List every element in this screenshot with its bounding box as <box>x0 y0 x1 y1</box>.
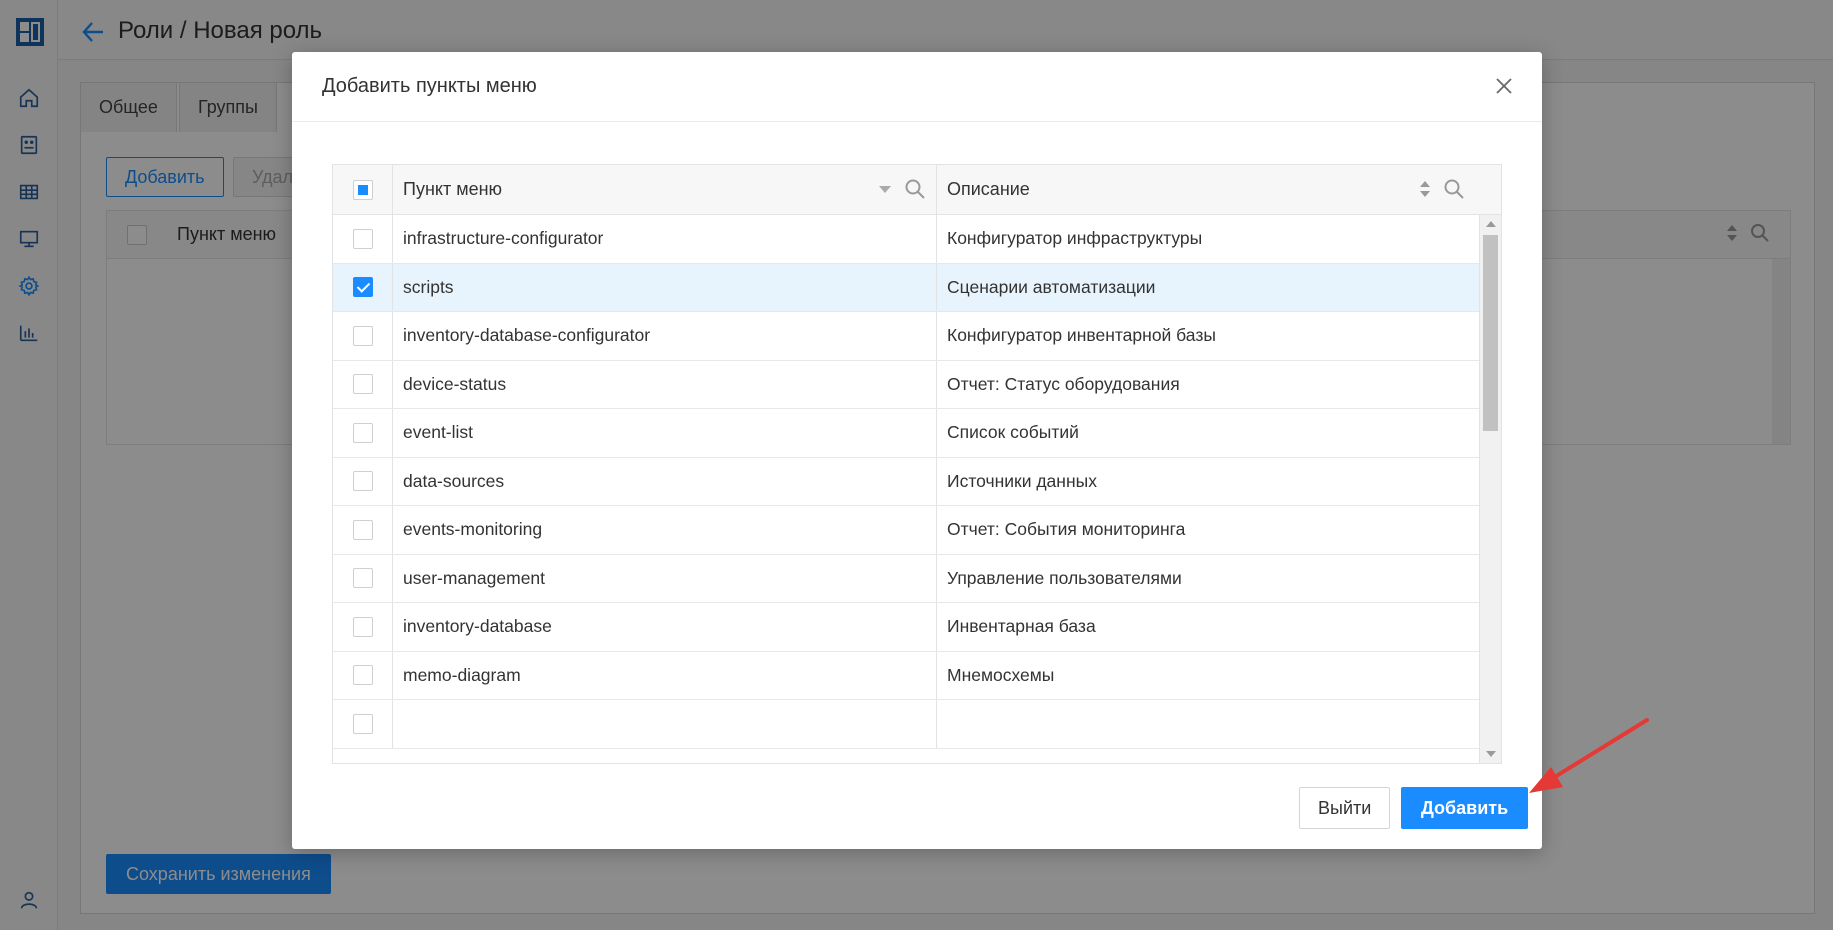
row-description-cell <box>937 700 1479 748</box>
scroll-up-arrow-icon[interactable] <box>1486 221 1496 227</box>
row-description-cell: Отчет: События мониторинга <box>947 519 1186 540</box>
row-menu-cell: data-sources <box>393 457 937 505</box>
row-checkbox[interactable] <box>352 374 373 395</box>
row-checkbox[interactable] <box>352 519 373 540</box>
row-checkbox[interactable] <box>352 713 373 734</box>
row-checkbox-cell <box>333 651 393 699</box>
exit-button[interactable]: Выйти <box>1299 787 1391 829</box>
row-description-cell: Конфигуратор инфраструктуры <box>947 228 1203 249</box>
scroll-thumb[interactable] <box>1483 235 1498 431</box>
row-menu-cell: device-status <box>393 360 937 408</box>
row-checkbox-cell <box>333 554 393 602</box>
row-checkbox[interactable] <box>352 422 373 443</box>
grid-header: Пункт меню Описание <box>333 165 1501 215</box>
description-column-tools <box>1419 178 1465 200</box>
row-checkbox-cell <box>333 457 393 505</box>
header-checkbox-cell <box>333 165 393 214</box>
table-row[interactable]: event-list Список событий <box>333 409 1479 458</box>
column-header-menu: Пункт меню <box>393 165 937 214</box>
row-menu-cell: event-list <box>393 409 937 457</box>
menu-items-grid: Пункт меню Описание infrastructure-confi… <box>332 164 1502 764</box>
row-description-cell: Список событий <box>947 422 1079 443</box>
row-description-cell: Сценарии автоматизации <box>947 276 1156 297</box>
grid-scrollbar[interactable] <box>1479 215 1501 763</box>
row-menu-cell: events-monitoring <box>393 506 937 554</box>
menu-column-tools <box>878 178 926 200</box>
row-menu-cell: infrastructure-configurator <box>393 215 937 263</box>
sort-icon[interactable] <box>1419 179 1431 199</box>
row-checkbox-cell <box>333 506 393 554</box>
table-row[interactable]: inventory-database Инвентарная база <box>333 603 1479 652</box>
row-menu-cell: inventory-database-configurator <box>393 312 937 360</box>
row-checkbox-cell <box>333 312 393 360</box>
row-menu-cell: scripts <box>393 263 937 311</box>
dialog-title: Добавить пункты меню <box>322 75 537 97</box>
row-description-cell: Источники данных <box>947 470 1097 491</box>
scroll-down-arrow-icon[interactable] <box>1486 751 1496 757</box>
add-button[interactable]: Добавить <box>1401 787 1529 829</box>
column-header-description: Описание <box>937 165 1501 214</box>
table-row[interactable]: scripts Сценарии автоматизации <box>333 263 1479 312</box>
table-row[interactable]: data-sources Источники данных <box>333 457 1479 506</box>
row-checkbox[interactable] <box>352 471 373 492</box>
row-checkbox[interactable] <box>352 325 373 346</box>
annotation-arrow-icon <box>1529 718 1649 793</box>
row-checkbox-cell <box>333 263 393 311</box>
table-row[interactable]: inventory-database-configurator Конфигура… <box>333 312 1479 361</box>
row-checkbox[interactable] <box>352 616 373 637</box>
dialog-header: Добавить пункты меню <box>292 52 1542 122</box>
table-row[interactable]: events-monitoring Отчет: События монитори… <box>333 506 1479 555</box>
row-description-cell: Мнемосхемы <box>947 664 1055 685</box>
close-icon[interactable] <box>1492 74 1516 98</box>
row-description-cell: Управление пользователями <box>947 567 1182 588</box>
row-checkbox-cell <box>333 603 393 651</box>
row-menu-cell: memo-diagram <box>393 651 937 699</box>
grid-body: infrastructure-configurator Конфигуратор … <box>333 215 1479 763</box>
column-description-label: Описание <box>947 179 1030 199</box>
row-description-cell: Инвентарная база <box>947 616 1096 637</box>
row-description-cell: Отчет: Статус оборудования <box>947 373 1180 394</box>
row-menu-cell <box>393 700 937 748</box>
row-checkbox[interactable] <box>352 277 373 298</box>
add-menu-items-dialog: Добавить пункты меню Пункт меню Описание <box>292 52 1542 849</box>
row-checkbox-cell <box>333 360 393 408</box>
table-row[interactable]: device-status Отчет: Статус оборудования <box>333 360 1479 409</box>
row-menu-cell: user-management <box>393 554 937 602</box>
select-all-checkbox[interactable] <box>352 179 373 200</box>
row-checkbox-cell <box>333 215 393 263</box>
row-description-cell: Конфигуратор инвентарной базы <box>947 325 1216 346</box>
table-row-partial[interactable] <box>333 700 1479 749</box>
filter-dropdown-icon[interactable] <box>878 184 892 194</box>
search-icon[interactable] <box>1443 178 1465 200</box>
row-checkbox-cell <box>333 409 393 457</box>
row-checkbox-cell <box>333 700 393 748</box>
row-checkbox[interactable] <box>352 228 373 249</box>
table-row[interactable]: memo-diagram Мнемосхемы <box>333 651 1479 700</box>
table-row[interactable]: infrastructure-configurator Конфигуратор … <box>333 215 1479 264</box>
row-checkbox[interactable] <box>352 568 373 589</box>
column-menu-label: Пункт меню <box>403 179 503 199</box>
row-menu-cell: inventory-database <box>393 603 937 651</box>
row-checkbox[interactable] <box>352 665 373 686</box>
table-row[interactable]: user-management Управление пользователями <box>333 554 1479 603</box>
search-icon[interactable] <box>904 178 926 200</box>
